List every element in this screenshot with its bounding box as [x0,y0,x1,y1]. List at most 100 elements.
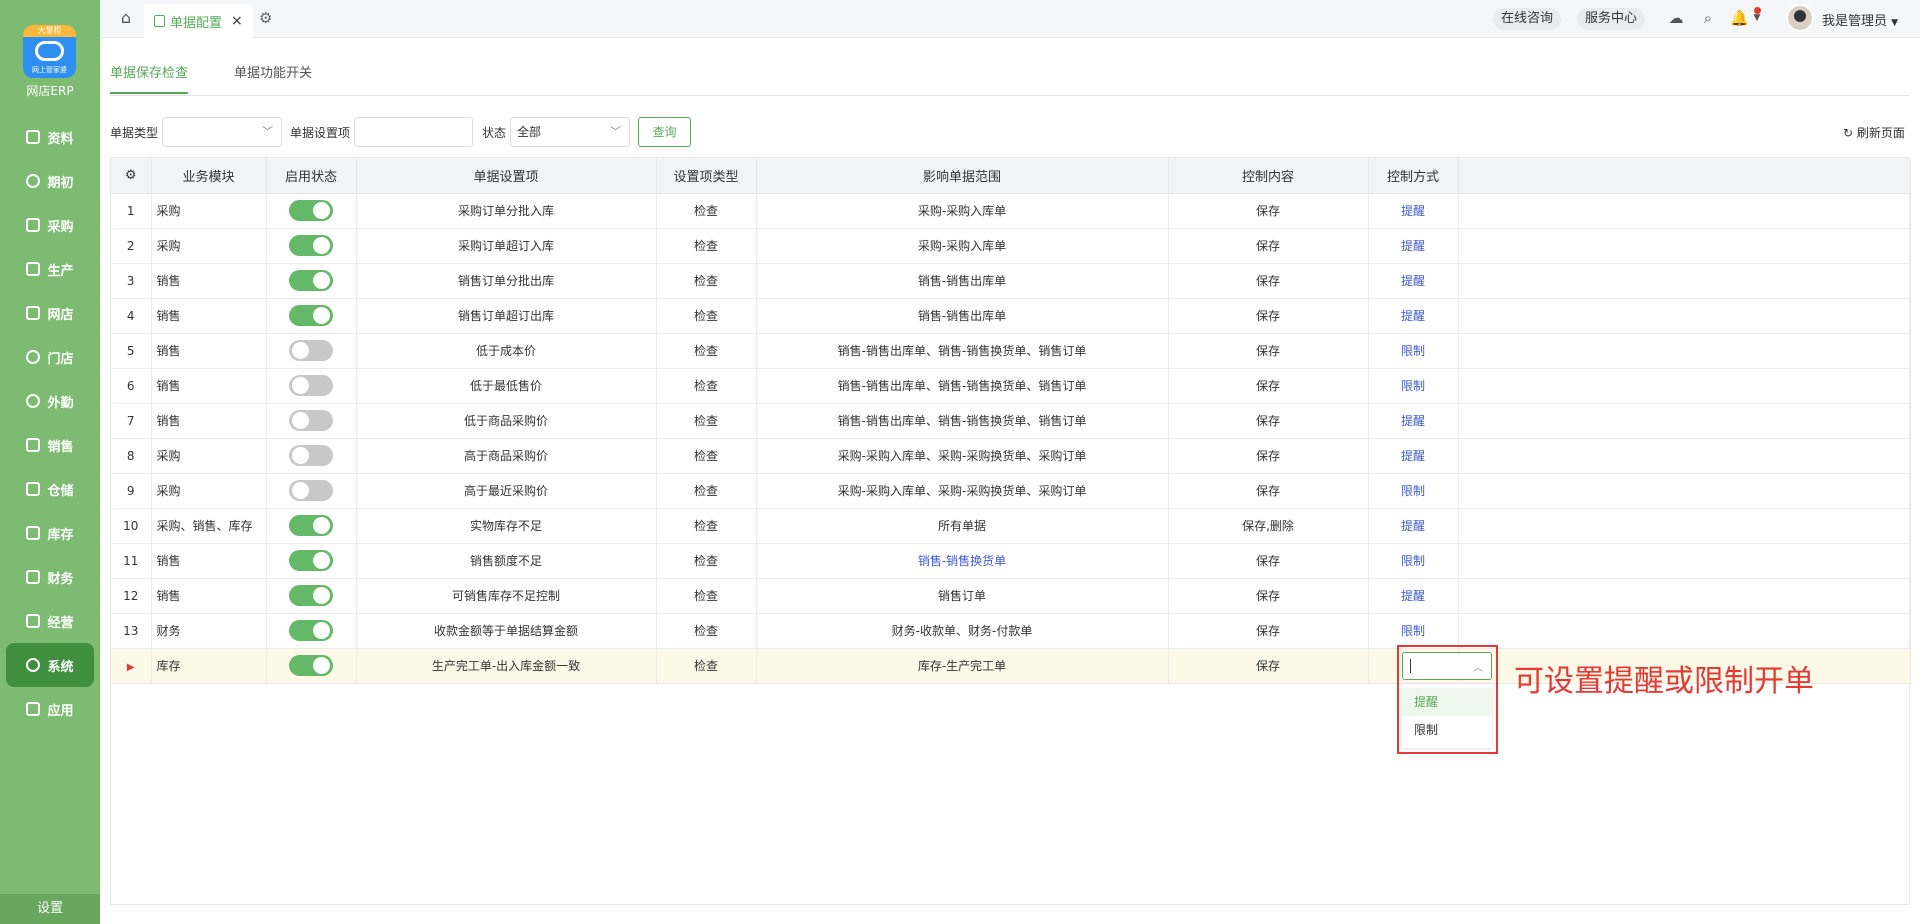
sidebar-item-label: 仓储 [47,483,74,499]
enable-toggle[interactable] [289,200,333,221]
cell-mode[interactable]: 提醒 [1368,228,1459,264]
cell-mode[interactable]: 限制 [1368,368,1459,404]
bell-icon[interactable]: 🔔 [1730,9,1749,27]
sidebar-item-jingying[interactable]: 经营 [6,599,94,643]
cell-enabled [266,333,357,369]
sidebar-item-kucun[interactable]: 库存 [6,511,94,555]
chevron-down-icon[interactable]: ▼ [1748,9,1766,27]
enable-toggle[interactable] [289,340,333,361]
cell-mode[interactable]: 提醒 [1368,578,1459,614]
cell-scope: 采购-采购入库单 [756,228,1169,264]
header-module: 业务模块 [151,158,267,194]
sidebar-item-xitong[interactable]: 系统 [6,643,94,687]
table-row[interactable]: 11 销售 销售额度不足 检查 销售-销售换货单 保存 限制 [111,543,1911,579]
online-consult-button[interactable]: 在线咨询 [1493,8,1562,30]
cell-content: 保存,删除 [1168,508,1369,544]
cell-mode[interactable]: 提醒 [1368,193,1459,229]
sidebar-item-xiaoshou[interactable]: 销售 [6,423,94,467]
sidebar-item-wangdian[interactable]: 网店 [6,291,94,335]
sidebar-item-shengchan[interactable]: 生产 [6,247,94,291]
doc-type-select[interactable]: ﹀ [162,117,282,147]
table-row[interactable]: 1 采购 采购订单分批入库 检查 采购-采购入库单 保存 提醒 [111,193,1911,229]
enable-toggle[interactable] [289,375,333,396]
enable-toggle[interactable] [289,410,333,431]
service-center-button[interactable]: 服务中心 [1577,8,1646,30]
enable-toggle[interactable] [289,445,333,466]
cell-item: 销售订单超订出库 [356,298,657,334]
brand-name: 网店ERP [26,84,74,98]
cell-mode[interactable]: 提醒 [1368,298,1459,334]
enable-toggle[interactable] [289,270,333,291]
cell-enabled [266,508,357,544]
row-pointer-icon: ▶ [126,661,135,673]
cell-mode[interactable]: 限制 [1368,543,1459,579]
enable-toggle[interactable] [289,655,333,676]
cell-mode[interactable]: 限制 [1368,613,1459,649]
sidebar-item-mendian[interactable]: 门店 [6,335,94,379]
user-menu[interactable]: 我是管理员 ▼ [1822,10,1898,29]
cell-item: 可销售库存不足控制 [356,578,657,614]
doc-item-input[interactable] [354,117,473,147]
enable-toggle[interactable] [289,620,333,641]
cell-content: 保存 [1168,438,1369,474]
table-row[interactable]: 5 销售 低于成本价 检查 销售-销售出库单、销售-销售换货单、销售订单 保存 限制 [111,333,1911,369]
sidebar-item-yingyong[interactable]: 应用 [6,687,94,731]
column-settings-icon[interactable]: ⚙ [111,158,152,194]
enable-toggle[interactable] [289,550,333,571]
enable-toggle[interactable] [289,235,333,256]
table-row[interactable]: 12 销售 可销售库存不足控制 检查 销售订单 保存 提醒 [111,578,1911,614]
table-row[interactable]: 13 财务 收款金额等于单据结算金额 检查 财务-收款单、财务-付款单 保存 限制 [111,613,1911,649]
table-row[interactable]: 2 采购 采购订单超订入库 检查 采购-采购入库单 保存 提醒 [111,228,1911,264]
refresh-icon: ↻ [1843,126,1854,140]
table-row[interactable]: 3 销售 销售订单分批出库 检查 销售-销售出库单 保存 提醒 [111,263,1911,299]
cell-scope: 财务-收款单、财务-付款单 [756,613,1169,649]
cell-mode[interactable]: 限制 [1368,473,1459,509]
sidebar-item-caigou[interactable]: 采购 [6,203,94,247]
sidebar-item-waiqin[interactable]: 外勤 [6,379,94,423]
table-row[interactable]: 9 采购 高于最近采购价 检查 采购-采购入库单、采购-采购换货单、采购订单 保存 限制 [111,473,1911,509]
tab-settings-icon[interactable]: ⚙ [259,9,277,27]
tab-save-check[interactable]: 单据保存检查 [110,62,189,94]
sidebar-item-caiwu[interactable]: 财务 [6,555,94,599]
tab-document-config[interactable]: 单据配置 × [144,4,253,38]
tab-feature-switch[interactable]: 单据功能开关 [234,62,312,92]
cell-enabled [266,578,357,614]
home-icon[interactable]: ⌂ [117,9,135,27]
sidebar-item-label: 系统 [47,659,74,675]
table-row[interactable]: 10 采购、销售、库存 实物库存不足 检查 所有单据 保存,删除 提醒 [111,508,1911,544]
option-remind[interactable]: 提醒 [1402,688,1492,716]
table-row[interactable]: 4 销售 销售订单超订出库 检查 销售-销售出库单 保存 提醒 [111,298,1911,334]
table-row[interactable]: 8 采购 高于商品采购价 检查 采购-采购入库单、采购-采购换货单、采购订单 保存 提醒 [111,438,1911,474]
enable-toggle[interactable] [289,305,333,326]
control-mode-select[interactable]: ︿ [1402,652,1492,680]
cell-mode[interactable]: 提醒 [1368,263,1459,299]
cloud-download-icon[interactable]: ☁ [1667,9,1685,27]
cell-mode[interactable]: 提醒 [1368,438,1459,474]
table-row[interactable]: 6 销售 低于最低售价 检查 销售-销售出库单、销售-销售换货单、销售订单 保存 限制 [111,368,1911,404]
search-icon[interactable]: ⌕ [1699,9,1717,27]
table-row[interactable]: 7 销售 低于商品采购价 检查 销售-销售出库单、销售-销售换货单、销售订单 保存 提醒 [111,403,1911,439]
status-label: 状态 [482,126,507,140]
refresh-page-button[interactable]: ↻ 刷新页面 [1843,124,1905,141]
enable-toggle[interactable] [289,515,333,536]
header-item: 单据设置项 [356,158,657,194]
query-button[interactable]: 查询 [638,117,691,147]
option-restrict[interactable]: 限制 [1402,716,1492,744]
avatar[interactable] [1786,4,1814,32]
close-icon[interactable]: × [231,13,243,29]
settings-button[interactable]: 设置 [0,894,100,924]
enable-toggle[interactable] [289,585,333,606]
logo-subtitle: 网上管家婆 [32,66,67,74]
enable-toggle[interactable] [289,480,333,501]
doc-type-label: 单据类型 [110,126,159,140]
cell-filler [1458,508,1911,544]
sidebar-item-qichu[interactable]: 期初 [6,159,94,203]
cell-mode[interactable]: 提醒 [1368,508,1459,544]
cell-mode[interactable]: 提醒 [1368,403,1459,439]
cell-mode[interactable]: 限制 [1368,333,1459,369]
cloud-icon [35,41,64,61]
row-number: 4 [111,298,152,334]
sidebar-item-ziliao[interactable]: 资料 [6,115,94,159]
sidebar-item-cangchu[interactable]: 仓储 [6,467,94,511]
status-select[interactable]: 全部 ﹀ [510,117,630,147]
